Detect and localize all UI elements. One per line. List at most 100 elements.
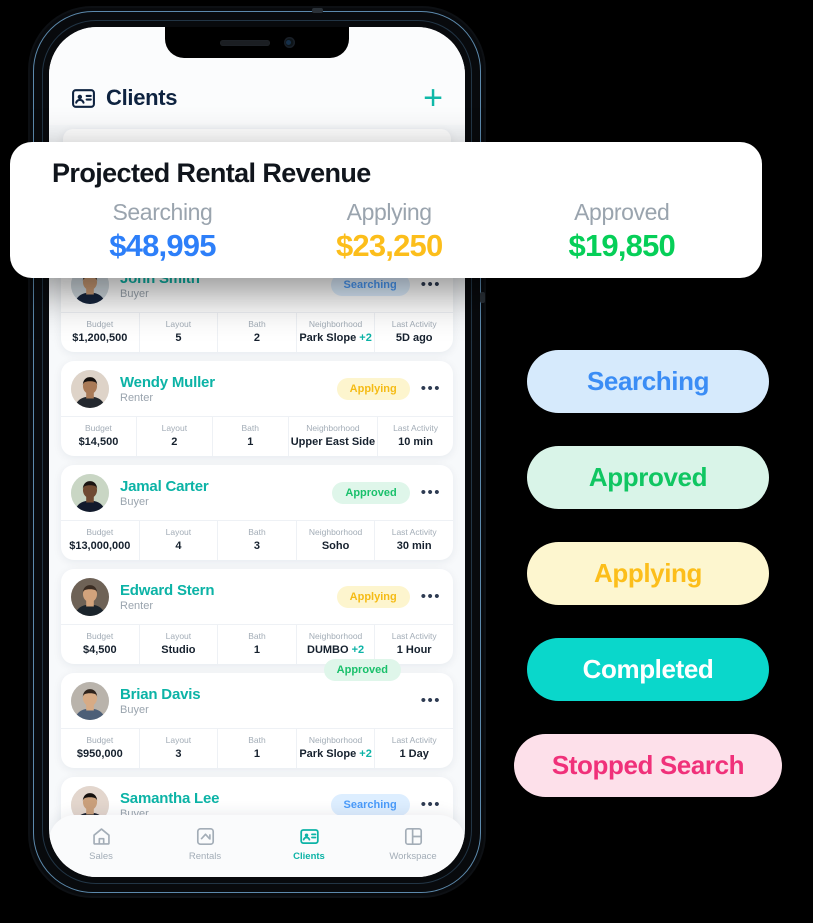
client-stats-row: Budget $1,200,500 Layout 5 Bath 2 Neighborhood… <box>61 312 453 352</box>
status-pill-searching[interactable]: Searching <box>527 350 769 413</box>
stat-value: 5 <box>175 332 182 344</box>
stat-value: 30 min <box>396 540 432 552</box>
stat-label: Neighborhood <box>308 631 363 641</box>
stat-cell: Budget $14,500 <box>61 417 137 456</box>
client-role: Buyer <box>120 288 149 301</box>
more-options-icon[interactable]: ••• <box>421 277 441 292</box>
client-role: Renter <box>120 600 154 613</box>
phone-notch <box>165 27 349 58</box>
stat-cell: Neighborhood Soho <box>297 521 376 560</box>
status-pill-stopped-search[interactable]: Stopped Search <box>514 734 782 797</box>
status-pill-legend: Searching Approved Applying Completed St… <box>483 350 813 797</box>
nav-item-clients[interactable]: Clients <box>257 826 361 862</box>
front-camera-icon <box>283 37 295 48</box>
client-card[interactable]: Approved Brian Davis Buyer ••• Budget $950,00… <box>61 659 453 768</box>
more-options-icon[interactable]: ••• <box>421 485 441 500</box>
stat-cell: Bath 1 <box>213 417 289 456</box>
rental-house-icon <box>195 826 216 847</box>
grid-layout-icon <box>403 826 424 847</box>
client-name: Brian Davis <box>120 685 201 703</box>
avatar <box>71 578 109 616</box>
client-card[interactable]: Edward Stern Renter Applying ••• Budget $4,50… <box>61 569 453 664</box>
more-options-icon[interactable]: ••• <box>421 589 441 604</box>
stat-value: Soho <box>321 540 350 552</box>
stat-label: Bath <box>248 527 266 537</box>
revenue-stat-approved: Approved $19,850 <box>505 199 738 264</box>
client-list[interactable]: Projected Rental Revenue Searching $48,9… <box>49 177 465 877</box>
nav-label: Clients <box>293 851 325 862</box>
stat-value: $13,000,000 <box>69 540 131 552</box>
nav-label: Workspace <box>389 851 437 862</box>
stat-value: 1 <box>253 748 261 760</box>
phone-top-button <box>312 8 323 13</box>
bottom-navigation[interactable]: Sales Rentals Clients Workspace <box>49 815 465 877</box>
stat-value: $1,200,500 <box>72 332 128 344</box>
client-name: Edward Stern <box>120 581 215 599</box>
status-pill-completed[interactable]: Completed <box>527 638 769 701</box>
stat-cell: Last Activity 30 min <box>375 521 453 560</box>
avatar <box>71 370 109 408</box>
more-options-icon[interactable]: ••• <box>421 693 441 708</box>
stat-value: 3 <box>253 540 261 552</box>
nav-item-sales[interactable]: Sales <box>49 826 153 862</box>
stat-value: 1 <box>247 436 254 448</box>
stat-value: $14,500 <box>78 436 119 448</box>
stat-value: 1 <box>253 644 261 656</box>
stat-cell: Last Activity 5D ago <box>375 313 453 352</box>
earpiece-speaker-icon <box>219 39 270 46</box>
revenue-stat-label: Searching <box>112 199 213 225</box>
stat-cell: Bath 1 <box>218 729 297 768</box>
stat-label: Neighborhood <box>308 735 363 745</box>
status-pill-approved[interactable]: Approved <box>527 446 769 509</box>
contact-card-icon <box>299 826 320 847</box>
stat-cell: Layout 3 <box>140 729 219 768</box>
stat-value: 1 Hour <box>396 644 432 656</box>
stat-label: Neighborhood <box>308 319 363 329</box>
nav-item-rentals[interactable]: Rentals <box>153 826 257 862</box>
status-badge[interactable]: Applying <box>336 586 410 608</box>
stat-label: Last Activity <box>391 631 437 641</box>
status-badge[interactable]: Applying <box>336 378 410 400</box>
client-role: Renter <box>120 392 154 405</box>
client-card[interactable]: Wendy Muller Renter Applying ••• Budget $14,5… <box>61 361 453 456</box>
nav-label: Sales <box>89 851 113 862</box>
more-options-icon[interactable]: ••• <box>421 797 441 812</box>
stat-value: 2 <box>253 332 261 344</box>
stat-label: Last Activity <box>391 735 437 745</box>
stat-value: Park Slope +2 <box>299 748 372 760</box>
stat-label: Neighborhood <box>306 423 360 433</box>
stat-cell: Last Activity 10 min <box>378 417 453 456</box>
client-role: Buyer <box>120 704 149 717</box>
client-role: Buyer <box>120 496 149 509</box>
stat-value: 5D ago <box>395 332 433 344</box>
stat-label: Neighborhood <box>308 527 363 537</box>
status-badge[interactable]: Approved <box>323 659 401 681</box>
stat-cell: Last Activity 1 Day <box>375 729 453 768</box>
stat-cell: Layout Studio <box>140 625 219 664</box>
client-name: Samantha Lee <box>120 789 220 807</box>
stat-value: 1 Day <box>399 748 429 760</box>
client-name: Wendy Muller <box>120 373 215 391</box>
stat-value: $4,500 <box>82 644 117 656</box>
status-badge[interactable]: Approved <box>332 482 410 504</box>
stat-label: Layout <box>165 527 192 537</box>
contact-card-icon <box>71 86 96 111</box>
stat-value: 2 <box>171 436 178 448</box>
client-stats-row: Budget $14,500 Layout 2 Bath 1 Neighborhood Upp… <box>61 416 453 456</box>
stat-value: $950,000 <box>76 748 123 760</box>
stat-cell: Layout 5 <box>140 313 219 352</box>
nav-item-workspace[interactable]: Workspace <box>361 826 465 862</box>
add-client-button[interactable]: + <box>423 81 443 115</box>
stat-cell: Budget $4,500 <box>61 625 140 664</box>
status-badge[interactable]: Searching <box>330 794 410 816</box>
stat-value: 4 <box>175 540 182 552</box>
more-options-icon[interactable]: ••• <box>421 381 441 396</box>
stat-cell: Neighborhood Upper East Side <box>289 417 379 456</box>
stat-cell: Layout 2 <box>137 417 213 456</box>
stat-cell: Budget $13,000,000 <box>61 521 140 560</box>
stat-label: Bath <box>241 423 260 433</box>
status-pill-applying[interactable]: Applying <box>527 542 769 605</box>
page-title: Clients <box>106 85 178 110</box>
stat-label: Layout <box>165 319 192 329</box>
client-card[interactable]: Jamal Carter Buyer Approved ••• Budget $13,00… <box>61 465 453 560</box>
